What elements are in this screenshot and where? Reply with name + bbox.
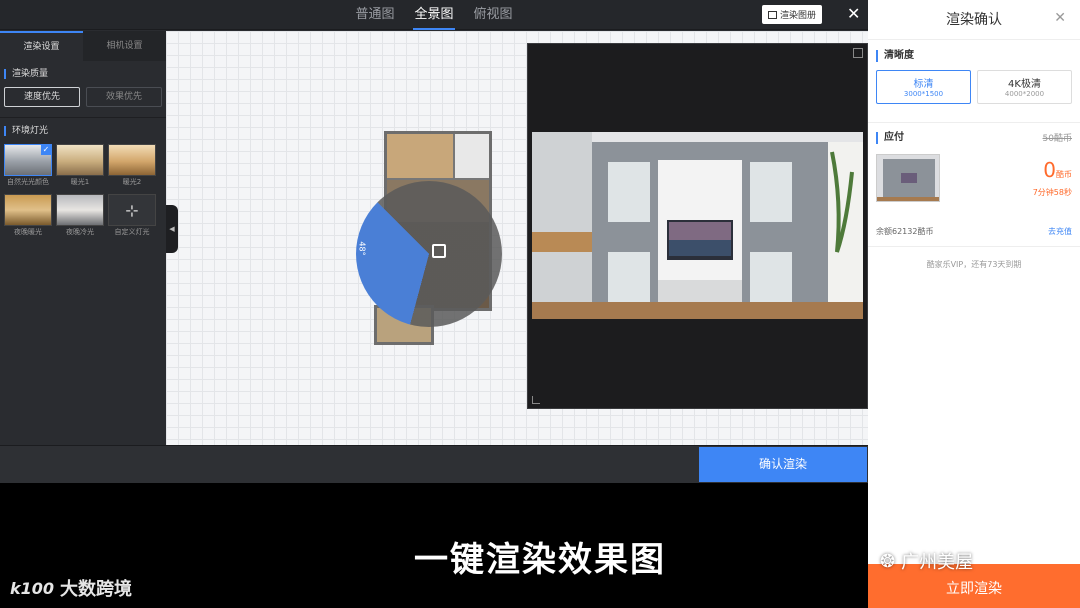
payable-header: 应付 50酷币 <box>868 122 1080 144</box>
add-custom-light-icon: ⊹ <box>108 194 156 226</box>
render-album-label: 渲染图册 <box>779 11 816 21</box>
panel-header: 渲染确认 ✕ <box>868 0 1080 40</box>
balance-row: 余额62132酷币 去充值 <box>868 226 1080 238</box>
clarity-title: 清晰度 <box>876 50 1080 62</box>
resize-corner-icon[interactable] <box>532 396 540 404</box>
price-unit: 酷币 <box>1056 170 1072 179</box>
light-preset-custom[interactable]: ⊹ 自定义灯光 <box>108 194 156 238</box>
recharge-link[interactable]: 去充值 <box>1048 226 1072 238</box>
tab-render-settings[interactable]: 渲染设置 <box>0 31 83 61</box>
light-thumbnail <box>108 144 156 176</box>
room-bath <box>453 134 489 178</box>
lighting-grid: ✓ 自然光光颜色 暖光1 暖光2 夜晚暖光 夜晚冷光 ⊹ 自定义灯光 <box>0 136 166 238</box>
light-label: 夜晚暖光 <box>14 228 42 236</box>
payable-row: 0酷币 7分钟58秒 <box>868 144 1080 202</box>
render-album-button[interactable]: 渲染图册 <box>762 5 822 24</box>
light-label: 自然光光颜色 <box>7 178 49 186</box>
brand-watermark-left: k100 大数跨境 <box>10 575 132 601</box>
resolution-standard[interactable]: 标清 3000*1500 <box>876 70 971 104</box>
brand-logo: k100 <box>10 578 55 598</box>
resolution-4k[interactable]: 4K极清 4000*2000 <box>977 70 1072 104</box>
light-label: 自定义灯光 <box>114 228 150 236</box>
tab-normal[interactable]: 普通图 <box>354 0 395 30</box>
camera-angle-label: 48° <box>357 241 367 256</box>
brand-right-name: 广州美屋 <box>901 552 974 573</box>
tv-wall-illustration <box>532 132 863 319</box>
quality-options: 速度优先 效果优先 <box>0 79 166 107</box>
quality-title: 渲染质量 <box>4 69 166 79</box>
panel-tabs: 渲染设置 相机设置 <box>0 31 166 61</box>
lighting-title: 环境灯光 <box>4 126 166 136</box>
speed-priority-button[interactable]: 速度优先 <box>4 87 80 107</box>
render-thumbnail <box>876 154 940 202</box>
expand-icon[interactable] <box>853 48 863 58</box>
brand-watermark-right: ❂ 广州美屋 <box>880 548 973 574</box>
light-preset-natural[interactable]: ✓ 自然光光颜色 <box>4 144 52 188</box>
light-thumbnail <box>4 194 52 226</box>
wechat-icon: ❂ <box>880 550 896 572</box>
close-icon[interactable]: ✕ <box>847 5 860 23</box>
vip-note: 酷家乐VIP，还有73天到期 <box>868 246 1080 270</box>
original-price: 50酷币 <box>1042 134 1072 144</box>
brand-name: 大数跨境 <box>60 579 133 600</box>
view-tabs: 普通图 全景图 俯视图 <box>0 0 868 30</box>
light-preset-warm1[interactable]: 暖光1 <box>56 144 104 188</box>
light-preset-night-warm[interactable]: 夜晚暖光 <box>4 194 52 238</box>
thumbnail-image <box>877 155 939 201</box>
confirm-render-button[interactable]: 确认渲染 <box>699 447 867 482</box>
light-thumbnail: ✓ <box>4 144 52 176</box>
resolution-options: 标清 3000*1500 4K极清 4000*2000 <box>868 62 1080 104</box>
room-preview-image <box>532 132 863 319</box>
light-thumbnail <box>56 194 104 226</box>
light-label: 暖光1 <box>70 178 90 186</box>
light-thumbnail <box>56 144 104 176</box>
payable-title: 应付 <box>876 131 904 144</box>
render-app: 普通图 全景图 俯视图 渲染图册 ✕ 渲染设置 相机设置 渲染质量 速度优先 效… <box>0 0 868 608</box>
quality-priority-button[interactable]: 效果优先 <box>86 87 162 107</box>
camera-icon[interactable] <box>432 244 446 258</box>
top-bar: 普通图 全景图 俯视图 渲染图册 ✕ <box>0 0 868 30</box>
resolution-name: 4K极清 <box>1008 79 1041 90</box>
price-value: 0 <box>1043 158 1056 182</box>
light-preset-warm2[interactable]: 暖光2 <box>108 144 156 188</box>
room-top <box>387 134 453 178</box>
resolution-size: 4000*2000 <box>1004 90 1045 98</box>
settings-panel: 渲染设置 相机设置 渲染质量 速度优先 效果优先 环境灯光 ✓ 自然光光颜色 暖… <box>0 31 166 445</box>
tab-topview[interactable]: 俯视图 <box>473 0 514 30</box>
balance: 余额62132酷币 <box>876 227 934 236</box>
tab-panorama[interactable]: 全景图 <box>413 0 455 30</box>
render-preview <box>527 43 868 409</box>
image-icon <box>767 10 777 19</box>
close-icon[interactable]: ✕ <box>1054 10 1066 26</box>
light-label: 暖光2 <box>122 178 142 186</box>
resolution-size: 3000*1500 <box>903 90 944 98</box>
check-icon: ✓ <box>41 145 51 155</box>
divider <box>0 117 166 118</box>
render-confirm-panel: 渲染确认 ✕ 清晰度 标清 3000*1500 4K极清 4000*2000 应… <box>868 0 1080 608</box>
light-preset-night-cool[interactable]: 夜晚冷光 <box>56 194 104 238</box>
collapse-panel-handle[interactable]: ◀ <box>166 205 178 253</box>
light-label: 夜晚冷光 <box>66 228 94 236</box>
panel-title: 渲染确认 <box>946 12 1002 28</box>
price-info: 0酷币 7分钟58秒 <box>1033 154 1072 202</box>
tab-camera-settings[interactable]: 相机设置 <box>83 31 166 61</box>
estimated-time: 7分钟58秒 <box>1032 188 1072 197</box>
resolution-name: 标清 <box>913 79 934 90</box>
price: 0酷币 <box>1033 158 1072 187</box>
camera-view-cone[interactable] <box>356 181 502 327</box>
